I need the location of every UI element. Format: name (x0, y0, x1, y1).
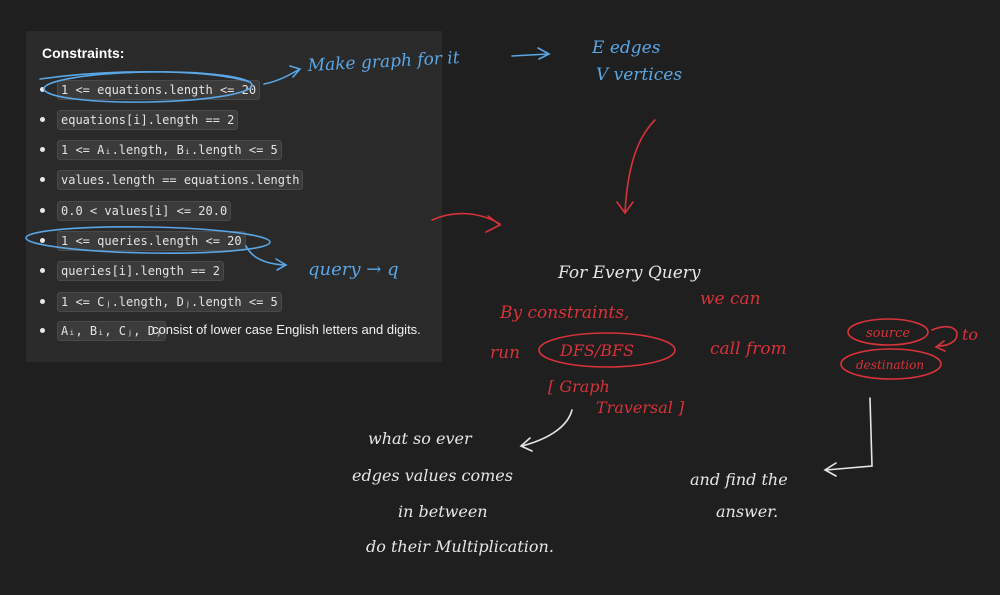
blue-ink-text: Make graph for it E edges V vertices que… (306, 38, 682, 280)
note-make-graph: Make graph for it (306, 48, 460, 76)
note-v-vertices: V vertices (596, 65, 682, 85)
note-dfs-bfs: DFS/BFS (559, 341, 634, 360)
note-whatsoever-4: do their Multiplication. (366, 537, 554, 556)
note-call-from: call from (710, 339, 787, 359)
note-we-can: we can (700, 289, 761, 309)
white-ink-strokes (519, 397, 873, 477)
arrow-to-find (825, 397, 873, 471)
note-destination: destination (856, 358, 924, 372)
note-e-edges: E edges (591, 38, 661, 58)
note-whatsoever-1: what so ever (368, 429, 473, 448)
note-whatsoever-2: edges values comes (352, 466, 513, 485)
note-find-1: and find the (690, 470, 788, 489)
note-find-2: answer. (716, 502, 778, 521)
arrow-from-edges (624, 119, 656, 213)
note-by-constraints: By constraints, (499, 303, 629, 323)
circle-queries-length (25, 226, 271, 254)
arrow-to-whatsoever (521, 409, 573, 447)
note-graph-traversal-2: Traversal ] (596, 398, 685, 417)
note-run: run (490, 343, 520, 363)
blue-ink-strokes (25, 47, 551, 271)
arrow-to-for-every-query (431, 212, 501, 225)
circle-overlap (39, 70, 251, 83)
note-for-every-query: For Every Query (557, 263, 701, 283)
note-whatsoever-3: in between (398, 502, 488, 521)
note-graph-traversal-1: [ Graph (548, 377, 610, 396)
annotation-layer: Make graph for it E edges V vertices que… (25, 38, 978, 556)
note-source: source (866, 326, 910, 341)
note-to: to (962, 325, 978, 344)
note-query-q: query → q (308, 259, 399, 280)
red-ink-text: By constraints, we can run DFS/BFS call … (490, 289, 978, 417)
to-arc (931, 325, 958, 347)
arrow-to-edges (511, 53, 549, 57)
